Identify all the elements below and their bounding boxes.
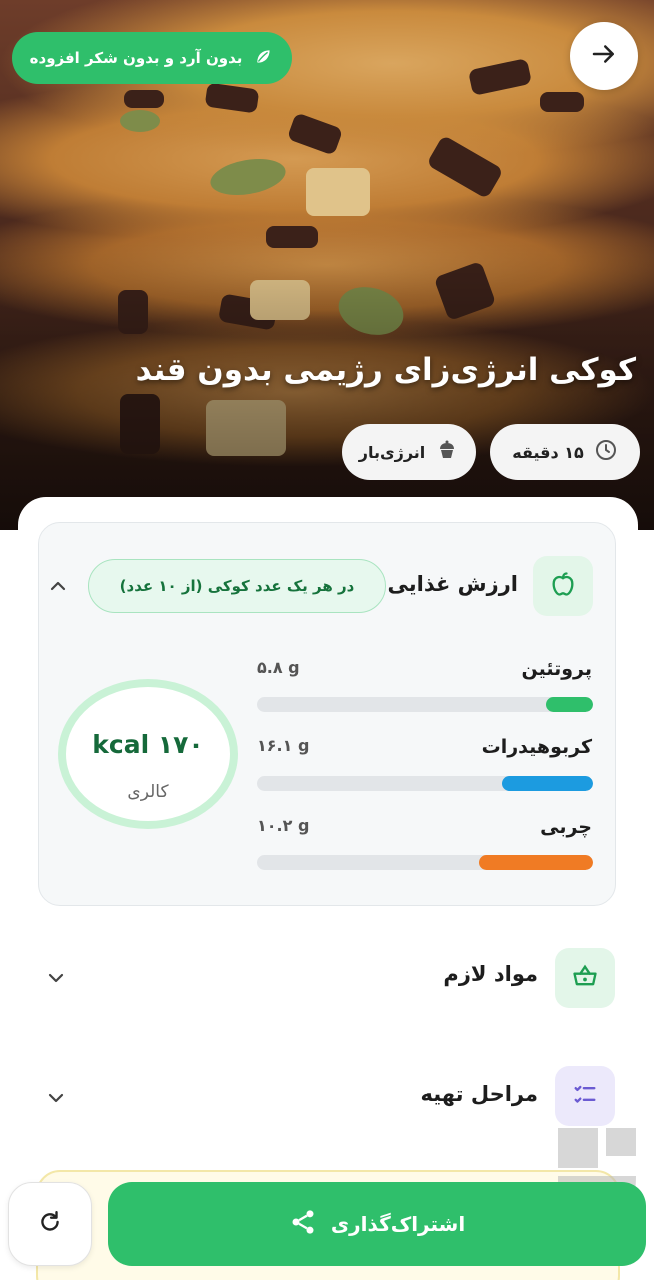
time-chip: ۱۵ دقیقه [490, 424, 640, 480]
back-button[interactable] [570, 22, 638, 90]
clock-icon [594, 438, 618, 466]
ingredients-icon-tile[interactable] [555, 948, 615, 1008]
macro-label-carbs: کربوهیدرات [481, 736, 592, 758]
macro-label-protein: پروتئین [521, 658, 592, 680]
calorie-label: کالری [127, 782, 169, 802]
leaf-icon [252, 45, 274, 71]
macro-value-protein: ۵.۸ g [257, 658, 300, 677]
category-chip-label: انرژی‌بار [358, 442, 426, 462]
macro-label-fat: چربی [540, 816, 592, 838]
steps-title[interactable]: مراحل تهیه [420, 1082, 538, 1106]
carbs-bar [257, 776, 593, 791]
diet-badge: بدون آرد و بدون شکر افزوده [12, 32, 292, 84]
refresh-icon [37, 1209, 63, 1239]
diet-badge-label: بدون آرد و بدون شکر افزوده [29, 49, 243, 67]
checklist-icon [571, 1080, 599, 1112]
basket-icon [571, 962, 599, 994]
nutrition-title: ارزش غذایی [387, 572, 518, 596]
protein-bar [257, 697, 593, 712]
cupcake-icon [435, 438, 459, 466]
calorie-value: ۱۷۰ kcal [92, 730, 204, 759]
time-chip-label: ۱۵ دقیقه [512, 442, 584, 462]
share-button[interactable]: اشتراک‌گذاری [108, 1182, 646, 1266]
share-icon [289, 1208, 317, 1241]
serving-note: در هر یک عدد کوکی (از ۱۰ عدد) [88, 559, 386, 613]
chevron-down-icon[interactable] [44, 1086, 68, 1110]
refresh-button[interactable] [8, 1182, 92, 1266]
protein-bar-fill [545, 697, 593, 712]
recipe-title: کوکی انرژی‌زای رژیمی بدون قند [135, 352, 636, 388]
arrow-right-icon [589, 39, 619, 73]
chevron-down-icon[interactable] [44, 966, 68, 990]
fat-bar-fill [478, 855, 593, 870]
share-button-label: اشتراک‌گذاری [330, 1212, 466, 1236]
chevron-up-icon[interactable] [46, 574, 70, 598]
macro-value-fat: ۱۰.۲ g [257, 816, 310, 835]
fat-bar [257, 855, 593, 870]
steps-icon-tile[interactable] [555, 1066, 615, 1126]
macro-value-carbs: ۱۶.۱ g [257, 736, 310, 755]
nutrition-icon-tile [533, 556, 593, 616]
carbs-bar-fill [502, 776, 593, 791]
apple-icon [549, 570, 577, 602]
ingredients-title[interactable]: مواد لازم [443, 962, 538, 986]
category-chip: انرژی‌بار [342, 424, 476, 480]
